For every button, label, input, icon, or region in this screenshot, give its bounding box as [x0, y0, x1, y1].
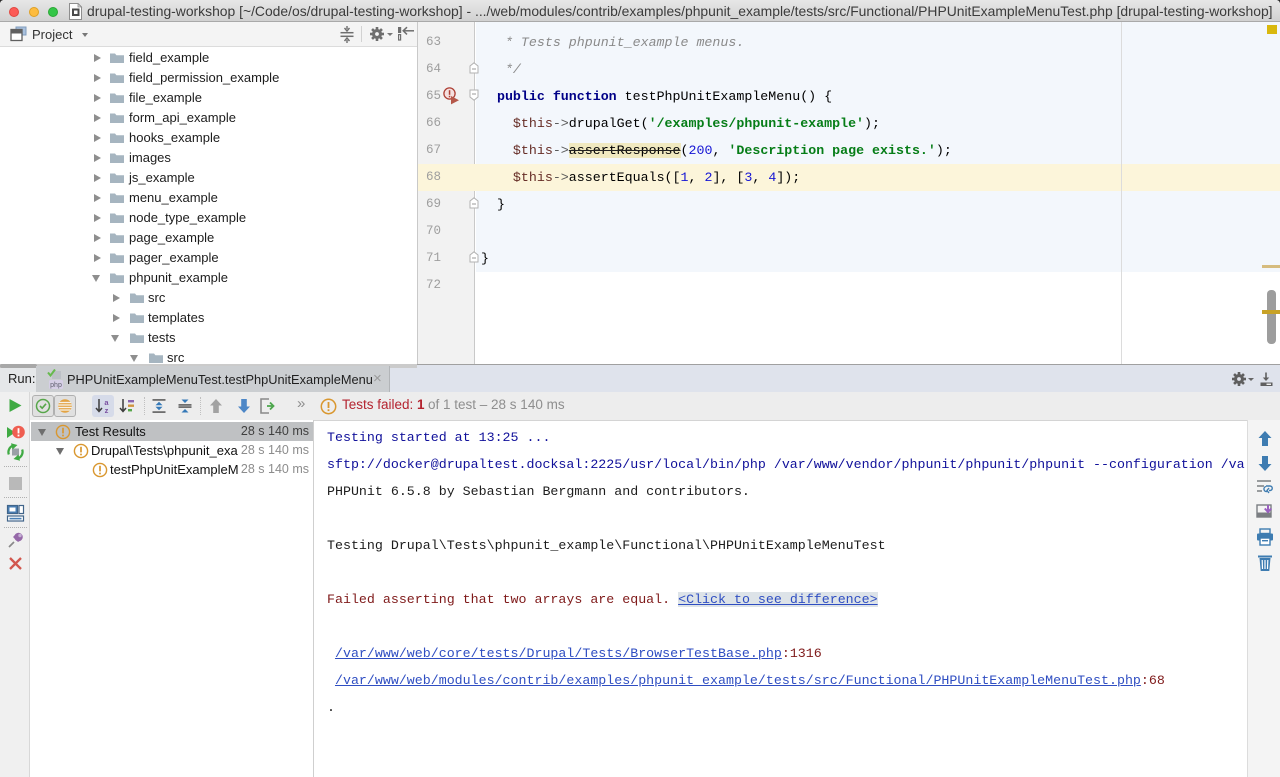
- svg-text:z: z: [105, 406, 109, 414]
- svg-text:php: php: [50, 382, 62, 389]
